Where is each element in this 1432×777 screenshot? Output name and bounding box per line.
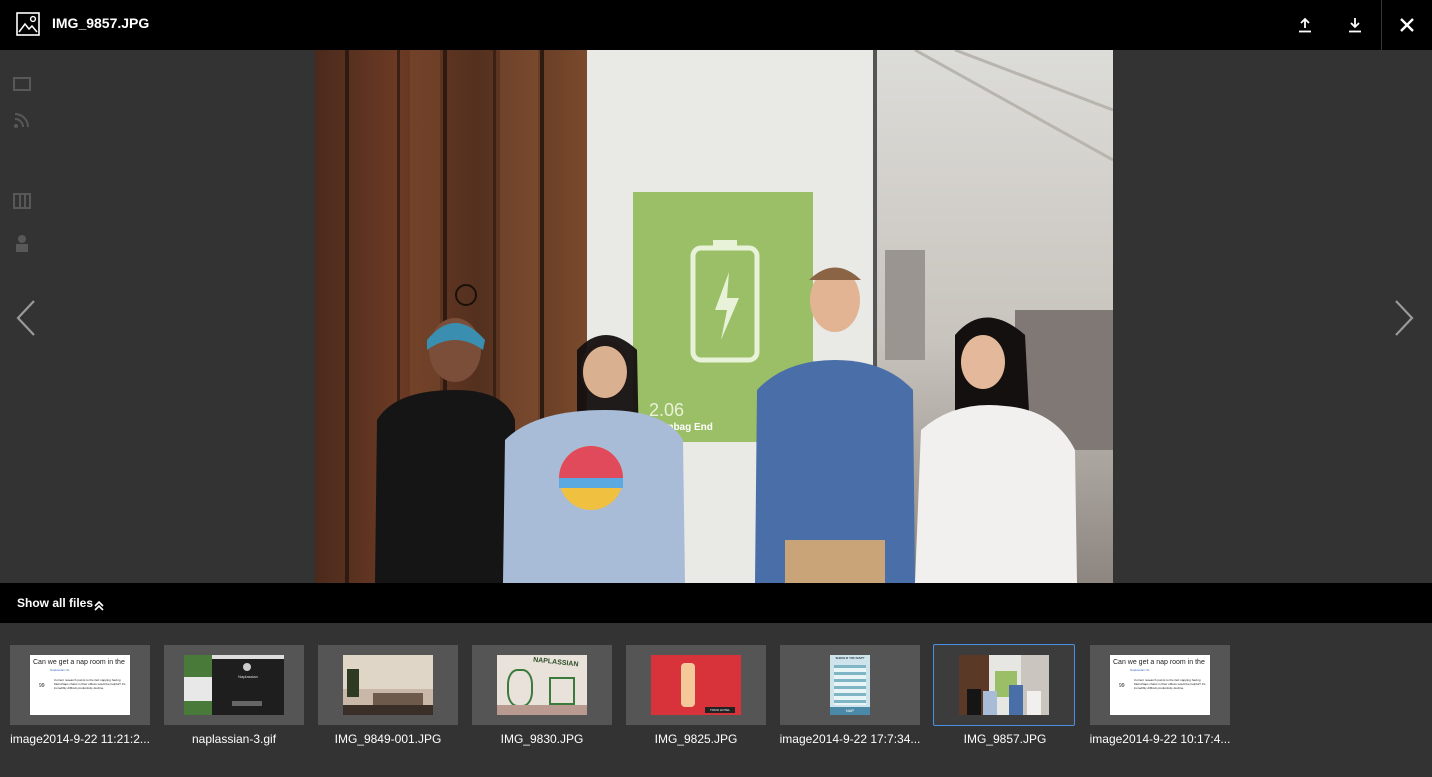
- doc-votes: 99: [39, 683, 45, 689]
- infographic-title: SHOULD YOU NAP?: [835, 656, 865, 660]
- red-thumb-text: TOKIO HOTEL: [705, 707, 735, 713]
- thumbnail-item-active[interactable]: [933, 644, 1075, 726]
- room-photo-preview: [343, 655, 433, 715]
- double-chevron-up-icon[interactable]: [94, 598, 104, 616]
- document-preview: Can we get a nap room in the Naplassian …: [1110, 655, 1210, 715]
- ghost-grid-icon: [12, 192, 32, 210]
- thumbnail-item[interactable]: Can we get a nap room in the Naplassian …: [1090, 645, 1230, 725]
- download-icon: [1348, 17, 1362, 33]
- thumbnail-name: IMG_9857.JPG: [963, 732, 1047, 746]
- thumbnail-item[interactable]: SHOULD YOU NAP? NAP: [780, 645, 920, 725]
- document-preview: Can we get a nap room in the Naplassian …: [30, 655, 130, 715]
- ghost-feed-icon: [12, 112, 32, 130]
- thumbnail-name: naplassian-3.gif: [191, 732, 277, 746]
- thumbnail-name: image2014-9-22 11:21:2...: [10, 732, 150, 746]
- thumbnail-strip: Can we get a nap room in the Naplassian …: [0, 623, 1432, 777]
- viewer-header: IMG_9857.JPG: [0, 0, 1432, 50]
- ghost-person-icon: [12, 234, 32, 252]
- infographic-footer: NAP: [830, 707, 870, 715]
- thumbnail-item[interactable]: TOKIO HOTEL: [626, 645, 766, 725]
- poster-room-number: 2.06: [649, 400, 684, 420]
- main-photo: 2.06 Beanbag End: [315, 50, 1113, 583]
- thumbnail-item[interactable]: Naplassian: [164, 645, 304, 725]
- chevron-left-icon: [8, 300, 48, 345]
- upload-button[interactable]: [1280, 0, 1330, 50]
- thumbnail-item[interactable]: [318, 645, 458, 725]
- infographic-preview: SHOULD YOU NAP? NAP: [830, 655, 870, 715]
- upload-icon: [1298, 17, 1312, 33]
- previous-image-button[interactable]: [8, 295, 48, 341]
- photo-preview: [959, 655, 1049, 715]
- doc-heading: Can we get a nap room in the: [1113, 659, 1205, 666]
- thumbnail-name: image2014-9-22 17:7:34...: [779, 732, 921, 746]
- thumbnail-item[interactable]: Can we get a nap room in the Naplassian …: [10, 645, 150, 725]
- doc-votes: 99: [1119, 683, 1125, 689]
- image-viewer: 2.06 Beanbag End: [0, 50, 1432, 583]
- chevron-right-icon: [1384, 300, 1424, 345]
- thumbnail-name: IMG_9830.JPG: [500, 732, 584, 746]
- doc-body: Current research points to the fact napp…: [1134, 678, 1206, 690]
- show-all-files-button[interactable]: Show all files: [17, 596, 93, 610]
- app-preview: Naplassian: [184, 655, 284, 715]
- download-button[interactable]: [1330, 0, 1380, 50]
- app-title: Naplassian: [238, 674, 258, 679]
- red-photo-preview: TOKIO HOTEL: [651, 655, 741, 715]
- whiteboard-text: NAPLASSIAN: [532, 656, 579, 669]
- thumbnail-name: IMG_9825.JPG: [654, 732, 738, 746]
- doc-body: Current research points to the fact napp…: [54, 678, 126, 690]
- thumbnail-item[interactable]: NAPLASSIAN: [472, 645, 612, 725]
- doc-heading: Can we get a nap room in the: [33, 659, 125, 666]
- close-icon: [1399, 17, 1415, 33]
- close-button[interactable]: [1381, 0, 1432, 50]
- ghost-home-icon: [12, 74, 32, 92]
- file-name-title: IMG_9857.JPG: [52, 15, 150, 31]
- show-all-files-bar: Show all files: [0, 583, 1432, 623]
- thumbnail-name: IMG_9849-001.JPG: [334, 732, 442, 746]
- next-image-button[interactable]: [1384, 295, 1424, 341]
- whiteboard-photo-preview: NAPLASSIAN: [497, 655, 587, 715]
- thumbnail-name: image2014-9-22 10:17:4...: [1089, 732, 1231, 746]
- image-file-icon: [16, 12, 40, 36]
